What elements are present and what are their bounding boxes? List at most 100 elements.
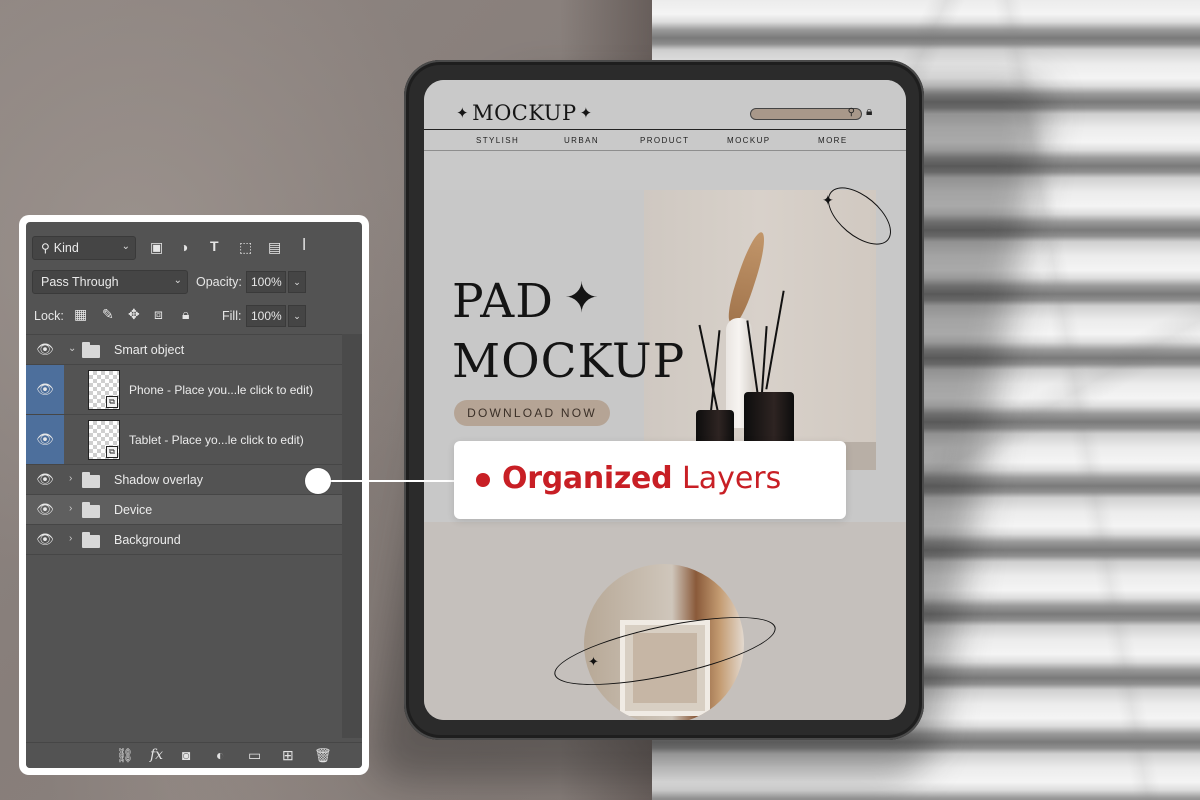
header-divider <box>424 129 906 130</box>
lock-image-pixels-icon[interactable]: ✎ <box>102 306 114 323</box>
type-filter-icon[interactable]: T <box>210 238 219 254</box>
download-now-button[interactable]: DOWNLOAD NOW <box>454 400 610 426</box>
pampas-grass <box>723 229 771 326</box>
opacity-label: Opacity: <box>196 275 242 289</box>
chevron-down-icon: ⌄ <box>121 241 130 252</box>
logo-text: MOCKUP <box>472 101 577 125</box>
organized-layers-callout: Organized Layers <box>454 441 846 519</box>
eye-icon[interactable]: 👁︎ <box>26 335 64 364</box>
blend-mode-value: Pass Through <box>41 275 119 289</box>
layer-row-shadow-overlay[interactable]: 👁︎ › Shadow overlay <box>26 464 342 494</box>
layer-row-background[interactable]: 👁︎ › Background <box>26 524 342 555</box>
site-nav: STYLISH URBAN PRODUCT MOCKUP MORE <box>424 136 906 148</box>
eye-icon[interactable]: 👁︎ <box>26 465 64 494</box>
layer-thumbnail: ⧉ <box>88 420 120 460</box>
lock-artboard-icon[interactable]: ⧈ <box>154 306 163 323</box>
layer-thumbnail: ⧉ <box>88 370 120 410</box>
site-logo[interactable]: ✦ MOCKUP ✦ <box>456 100 593 126</box>
layers-panel: ⚲ Kind ⌄ ▣ ◑ T ⬚ ▤ ⏽ Pass Through ⌄ Opac… <box>26 222 362 768</box>
eye-icon[interactable]: 👁︎ <box>26 525 64 554</box>
layer-name: Device <box>114 503 153 517</box>
nav-item-more[interactable]: MORE <box>818 136 848 145</box>
sparkle-icon: ✦ <box>579 104 593 122</box>
diffuser-stick <box>698 324 720 416</box>
adjustment-filter-icon[interactable]: ◑ <box>180 239 188 255</box>
sparkle-icon: ✦ <box>822 192 834 208</box>
bullet-dot <box>476 473 490 487</box>
sparkle-icon: ✦ <box>564 274 600 321</box>
nav-item-product[interactable]: PRODUCT <box>640 136 689 145</box>
bag-icon[interactable]: 🔒︎ <box>866 104 872 119</box>
kind-filter-select[interactable]: ⚲ Kind ⌄ <box>32 236 136 260</box>
layers-panel-footer: ⛓︎ fx ◙ ◐ ▭ ⊞ 🗑︎ <box>26 742 362 768</box>
smart-object-badge-icon: ⧉ <box>106 446 118 458</box>
layer-row-device[interactable]: 👁︎ › Device <box>26 494 342 524</box>
new-layer-icon[interactable]: ⊞ <box>282 747 294 764</box>
layer-name: Background <box>114 533 181 547</box>
fx-icon[interactable]: fx <box>150 747 163 763</box>
sparkle-icon: ✦ <box>588 654 599 669</box>
nav-item-stylish[interactable]: STYLISH <box>476 136 519 145</box>
lock-transparent-pixels-icon[interactable]: ▦ <box>74 306 87 323</box>
folder-icon <box>82 532 100 548</box>
eye-icon[interactable]: 👁︎ <box>26 365 64 414</box>
callout-light-text: Layers <box>682 461 782 496</box>
sparkle-icon: ✦ <box>456 104 470 122</box>
folder-icon <box>82 472 100 488</box>
chevron-right-icon[interactable]: › <box>69 503 72 514</box>
eye-icon[interactable]: 👁︎ <box>26 415 64 464</box>
nav-item-urban[interactable]: URBAN <box>564 136 599 145</box>
layer-name: Tablet - Place yo...le click to edit) <box>129 433 304 447</box>
chevron-right-icon[interactable]: › <box>69 533 72 544</box>
link-layers-icon[interactable]: ⛓︎ <box>116 747 134 764</box>
fill-input[interactable]: 100% <box>246 305 286 327</box>
tablet-device: ✦ MOCKUP ✦ ⚲ 🔒︎ STYLISH URBAN PRODUCT MO… <box>404 60 924 740</box>
lock-all-icon[interactable]: 🔒︎ <box>182 306 189 323</box>
folder-icon <box>82 342 100 358</box>
smart-object-badge-icon: ⧉ <box>106 396 118 408</box>
add-mask-icon[interactable]: ◙ <box>182 747 190 763</box>
layer-row-tablet[interactable]: 👁︎ ⧉ Tablet - Place yo...le click to edi… <box>26 414 342 464</box>
layer-row-smart-object[interactable]: 👁︎ ⌄ Smart object <box>26 334 342 364</box>
blend-mode-select[interactable]: Pass Through ⌄ <box>32 270 188 294</box>
adjustment-layer-icon[interactable]: ◐ <box>216 747 224 763</box>
lock-label: Lock: <box>34 309 64 323</box>
chevron-right-icon[interactable]: › <box>69 473 72 484</box>
opacity-input[interactable]: 100% <box>246 271 286 293</box>
folder-icon <box>82 502 100 518</box>
diffuser-bottle-small <box>696 410 734 444</box>
layer-name: Smart object <box>114 343 185 357</box>
opacity-dropdown[interactable]: ⌄ <box>288 271 306 293</box>
layer-row-phone[interactable]: 👁︎ ⧉ Phone - Place you...le click to edi… <box>26 364 342 414</box>
new-group-icon[interactable]: ▭ <box>248 747 261 764</box>
tablet-screen: ✦ MOCKUP ✦ ⚲ 🔒︎ STYLISH URBAN PRODUCT MO… <box>424 80 906 720</box>
hero-title-line1: PAD <box>452 274 554 329</box>
filter-toggle-icon[interactable]: ⏽ <box>297 234 311 255</box>
hero-title-line2: MOCKUP <box>452 334 686 389</box>
fill-dropdown[interactable]: ⌄ <box>288 305 306 327</box>
shape-filter-icon[interactable]: ⬚ <box>239 239 252 256</box>
chevron-down-icon: ⌄ <box>293 310 301 321</box>
nav-divider <box>424 150 906 151</box>
callout-strong-text: Organized <box>502 461 673 496</box>
search-icon: ⚲ <box>847 107 855 118</box>
trash-icon[interactable]: 🗑︎ <box>314 747 332 764</box>
nav-item-mockup[interactable]: MOCKUP <box>727 136 771 145</box>
chevron-down-icon[interactable]: ⌄ <box>68 343 76 354</box>
chevron-down-icon: ⌄ <box>173 275 182 286</box>
lock-position-icon[interactable]: ✥ <box>128 306 140 323</box>
smart-object-filter-icon[interactable]: ▤ <box>268 239 281 256</box>
diffuser-bottle <box>744 392 794 444</box>
hero-photo <box>644 190 876 470</box>
callout-connector-line <box>318 480 458 482</box>
fill-label: Fill: <box>222 309 242 323</box>
diffuser-stick <box>765 290 785 390</box>
layers-scrollbar[interactable] <box>342 334 362 738</box>
site-search-input[interactable]: ⚲ <box>750 107 862 120</box>
eye-icon[interactable]: 👁︎ <box>26 495 64 524</box>
layer-name: Phone - Place you...le click to edit) <box>129 383 314 397</box>
callout-connector-dot <box>305 468 331 494</box>
image-filter-icon[interactable]: ▣ <box>150 239 163 256</box>
search-icon: ⚲ <box>41 241 50 255</box>
kind-filter-label: Kind <box>53 241 79 255</box>
